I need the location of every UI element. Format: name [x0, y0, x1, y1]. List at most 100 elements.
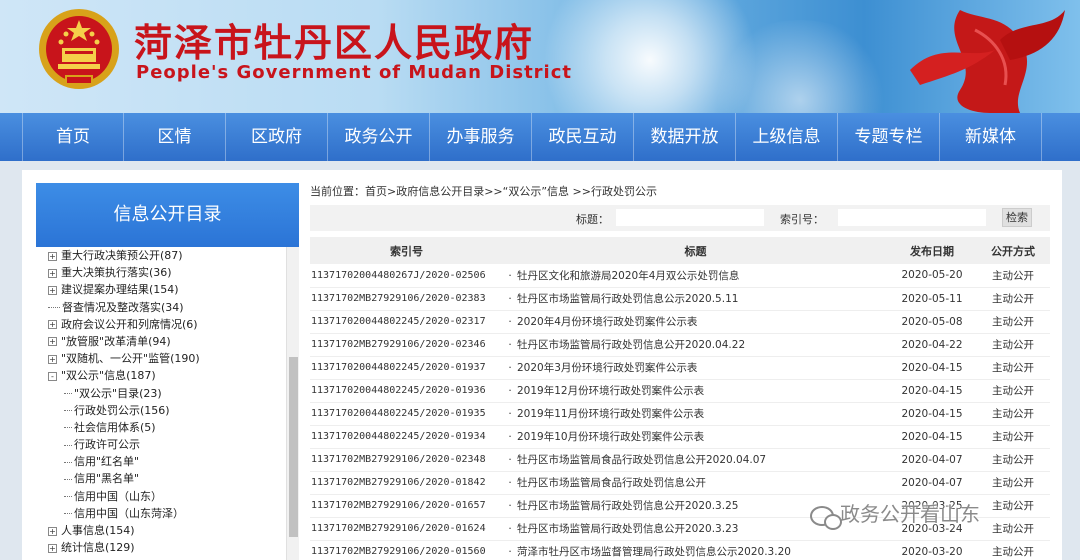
table-row[interactable]: 113717020044802245/2020-02317 · 2020年4月份环境…: [310, 310, 1050, 334]
row-title-link[interactable]: 2019年10月份环境行政处罚案件公示表: [517, 431, 704, 443]
row-title[interactable]: · 牡丹区市场监管局食品行政处罚信息公开: [503, 471, 888, 495]
row-title[interactable]: · 牡丹区市场监管局行政处罚信息公开2020.04.22: [503, 333, 888, 357]
wechat-icon: [810, 505, 842, 530]
row-title[interactable]: · 2019年11月份环境行政处罚案件公示表: [503, 402, 888, 426]
sidebar-item[interactable]: + "放管服"改革清单(94): [36, 333, 286, 350]
row-title[interactable]: · 牡丹区文化和旅游局2020年4月双公示处罚信息: [503, 264, 888, 288]
row-title-link[interactable]: 2020年3月份环境行政处罚案件公示表: [517, 362, 697, 374]
sidebar-item[interactable]: 行政许可公示: [36, 436, 286, 453]
row-title[interactable]: · 2020年4月份环境行政处罚案件公示表: [503, 310, 888, 334]
search-button[interactable]: 检索: [1002, 208, 1032, 227]
nav-open-data[interactable]: 数据开放: [634, 113, 736, 161]
sidebar-item-label[interactable]: 行政许可公示: [74, 438, 140, 451]
nav-district-government[interactable]: 区政府: [226, 113, 328, 161]
expand-icon[interactable]: +: [48, 285, 57, 295]
title-search-input[interactable]: [616, 209, 764, 226]
row-index-number: 113717020044802245/2020-01936: [310, 379, 503, 403]
sidebar-item[interactable]: 信用中国（山东）: [36, 488, 286, 505]
row-title-link[interactable]: 牡丹区市场监管局行政处罚信息公开2020.3.25: [517, 500, 738, 512]
expand-icon[interactable]: +: [48, 320, 57, 330]
row-title-link[interactable]: 牡丹区市场监管局行政处罚信息公开2020.04.22: [517, 339, 745, 351]
row-title[interactable]: · 牡丹区市场监管局行政处罚信息公示2020.5.11: [503, 287, 888, 311]
sidebar-item[interactable]: 督查情况及整改落实(34): [36, 299, 286, 316]
sidebar-item[interactable]: 信用中国（山东菏泽）: [36, 505, 286, 522]
sidebar-item-label[interactable]: 政府会议公开和列席情况(6): [61, 318, 198, 331]
row-title-link[interactable]: 牡丹区市场监管局行政处罚信息公示2020.5.11: [517, 293, 738, 305]
expand-icon[interactable]: +: [48, 337, 57, 347]
sidebar-item-label[interactable]: 信用"黑名单": [74, 472, 139, 485]
table-row[interactable]: 11371702MB27929106/2020-01560 · 菏泽市牡丹区市场监督…: [310, 540, 1050, 560]
tree-connector: [64, 496, 72, 498]
sidebar-item-label[interactable]: 信用中国（山东菏泽）: [74, 507, 184, 520]
sidebar-item[interactable]: 社会信用体系(5): [36, 419, 286, 436]
row-disclosure-mode: 主动公开: [976, 425, 1050, 449]
row-title[interactable]: · 菏泽市牡丹区市场监督管理局行政处罚信息公示2020.3.20: [503, 540, 888, 560]
sidebar-item-label[interactable]: 重大决策执行落实(36): [61, 266, 172, 279]
expand-icon[interactable]: +: [48, 543, 57, 553]
nav-government-affairs[interactable]: 政务公开: [328, 113, 430, 161]
table-row[interactable]: 113717020044802245/2020-01934 · 2019年10月份环…: [310, 425, 1050, 449]
scrollbar-thumb[interactable]: [289, 357, 298, 537]
sidebar-item[interactable]: 信用"黑名单": [36, 470, 286, 487]
sidebar-item[interactable]: + 重大决策执行落实(36): [36, 264, 286, 281]
table-row[interactable]: 11371702MB27929106/2020-02346 · 牡丹区市场监管局行政…: [310, 333, 1050, 357]
nav-district-overview[interactable]: 区情: [124, 113, 226, 161]
table-row[interactable]: 11371702MB27929106/2020-01842 · 牡丹区市场监管局食品…: [310, 471, 1050, 495]
sidebar-item-label[interactable]: 行政处罚公示(156): [74, 404, 170, 417]
row-title-link[interactable]: 2019年12月份环境行政处罚案件公示表: [517, 385, 704, 397]
sidebar-item[interactable]: + "双随机、一公开"监管(190): [36, 350, 286, 367]
sidebar-item[interactable]: "双公示"目录(23): [36, 385, 286, 402]
sidebar-item[interactable]: + 人事信息(154): [36, 522, 286, 539]
table-row[interactable]: 11371702MB27929106/2020-02383 · 牡丹区市场监管局行政…: [310, 287, 1050, 311]
expand-icon[interactable]: +: [48, 354, 57, 364]
table-row[interactable]: 113717020044802245/2020-01936 · 2019年12月份环…: [310, 379, 1050, 403]
sidebar-item[interactable]: + 统计信息(129): [36, 539, 286, 556]
row-title-link[interactable]: 牡丹区文化和旅游局2020年4月双公示处罚信息: [517, 270, 739, 282]
nav-interaction[interactable]: 政民互动: [532, 113, 634, 161]
table-row[interactable]: 11371702004480267J/2020-02506 · 牡丹区文化和旅游局2…: [310, 264, 1050, 288]
nav-special-topics[interactable]: 专题专栏: [838, 113, 940, 161]
sidebar-item[interactable]: - "双公示"信息(187): [36, 367, 286, 384]
sidebar-item[interactable]: + 建议提案办理结果(154): [36, 281, 286, 298]
sidebar-item-label[interactable]: "双公示"目录(23): [74, 387, 162, 400]
row-title-link[interactable]: 牡丹区市场监管局行政处罚信息公开2020.3.23: [517, 523, 738, 535]
row-title-link[interactable]: 牡丹区市场监管局食品行政处罚信息公开: [517, 477, 706, 489]
sidebar-item-label[interactable]: 统计信息(129): [61, 541, 135, 554]
table-row[interactable]: 113717020044802245/2020-01937 · 2020年3月份环境…: [310, 356, 1050, 380]
nav-superior-info[interactable]: 上级信息: [736, 113, 838, 161]
expand-icon[interactable]: +: [48, 268, 57, 278]
index-search-input[interactable]: [838, 209, 986, 226]
sidebar-item-label[interactable]: 信用中国（山东）: [74, 490, 162, 503]
sidebar-item-label[interactable]: "双随机、一公开"监管(190): [61, 352, 200, 365]
expand-icon[interactable]: +: [48, 526, 57, 536]
row-title[interactable]: · 2019年12月份环境行政处罚案件公示表: [503, 379, 888, 403]
nav-services[interactable]: 办事服务: [430, 113, 532, 161]
row-title-link[interactable]: 菏泽市牡丹区市场监督管理局行政处罚信息公示2020.3.20: [517, 546, 791, 558]
sidebar-item-label[interactable]: 信用"红名单": [74, 455, 139, 468]
sidebar-item[interactable]: + 政府会议公开和列席情况(6): [36, 316, 286, 333]
nav-new-media[interactable]: 新媒体: [940, 113, 1042, 161]
sidebar-item-label[interactable]: 督查情况及整改落实(34): [62, 301, 184, 314]
sidebar-scrollbar[interactable]: [286, 247, 299, 560]
row-title-link[interactable]: 牡丹区市场监管局食品行政处罚信息公开2020.04.07: [517, 454, 766, 466]
expand-icon[interactable]: +: [48, 251, 57, 261]
row-title-link[interactable]: 2019年11月份环境行政处罚案件公示表: [517, 408, 704, 420]
table-row[interactable]: 113717020044802245/2020-01935 · 2019年11月份环…: [310, 402, 1050, 426]
sidebar-item-label[interactable]: 社会信用体系(5): [74, 421, 156, 434]
nav-home[interactable]: 首页: [22, 113, 124, 161]
sidebar-item-label[interactable]: "放管服"改革清单(94): [61, 335, 171, 348]
row-title[interactable]: · 牡丹区市场监管局食品行政处罚信息公开2020.04.07: [503, 448, 888, 472]
sidebar-item-label[interactable]: 建议提案办理结果(154): [61, 283, 179, 296]
row-title-link[interactable]: 2020年4月份环境行政处罚案件公示表: [517, 316, 697, 328]
row-title[interactable]: · 2020年3月份环境行政处罚案件公示表: [503, 356, 888, 380]
sidebar-item[interactable]: + 重大行政决策预公开(87): [36, 247, 286, 264]
sidebar-item-label[interactable]: 人事信息(154): [61, 524, 135, 537]
table-row[interactable]: 11371702MB27929106/2020-02348 · 牡丹区市场监管局食品…: [310, 448, 1050, 472]
sidebar-item[interactable]: 信用"红名单": [36, 453, 286, 470]
sidebar-item-label[interactable]: "双公示"信息(187): [61, 369, 156, 382]
collapse-icon[interactable]: -: [48, 371, 57, 381]
row-title[interactable]: · 2019年10月份环境行政处罚案件公示表: [503, 425, 888, 449]
sidebar-item-label[interactable]: 重大行政决策预公开(87): [61, 249, 183, 262]
sidebar-item[interactable]: 行政处罚公示(156): [36, 402, 286, 419]
row-disclosure-mode: 主动公开: [976, 540, 1050, 560]
